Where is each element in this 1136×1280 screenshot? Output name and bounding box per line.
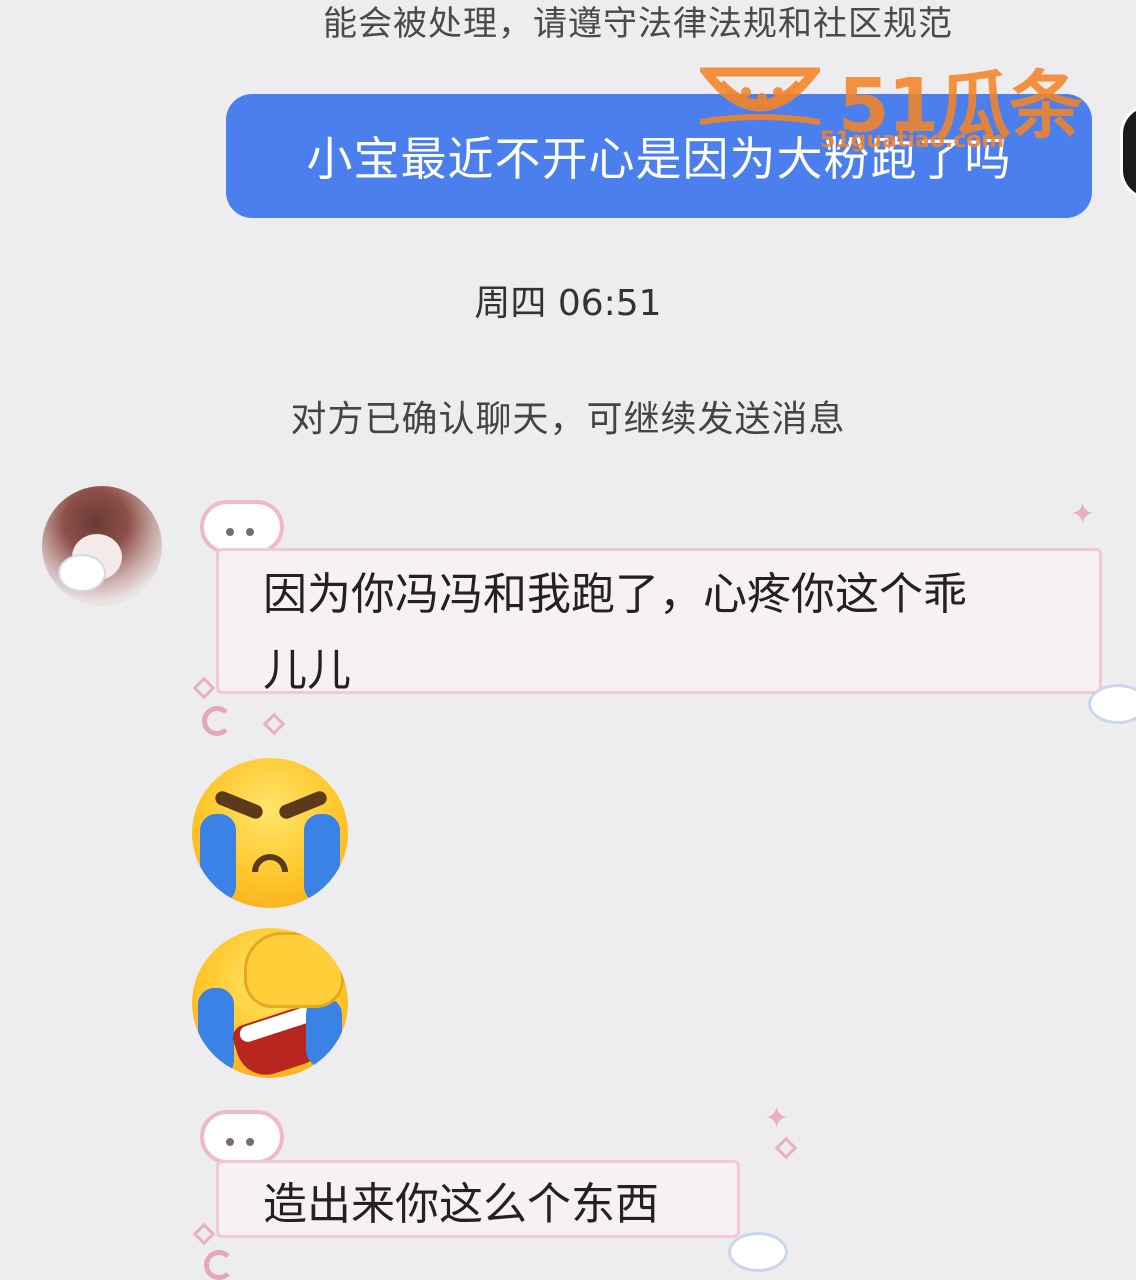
- frown-mouth: [252, 854, 288, 872]
- received-message-line: 因为你冯冯和我跑了，心疼你这个乖: [263, 569, 967, 620]
- diamond-icon: [192, 676, 216, 700]
- cloud-sticker-icon: [200, 500, 284, 554]
- received-message-line: 儿儿: [263, 645, 351, 696]
- tear-stream: [306, 998, 342, 1068]
- received-message-bubble[interactable]: 因为你冯冯和我跑了，心疼你这个乖 儿儿: [216, 548, 1102, 696]
- top-system-notice: 能会被处理，请遵守法律法规和社区规范: [323, 4, 953, 44]
- received-message-line: 造出来你这么个东西: [263, 1179, 659, 1230]
- cloud-sticker-icon: [200, 1110, 284, 1164]
- self-avatar[interactable]: [1120, 104, 1136, 200]
- sent-message-bubble[interactable]: 小宝最近不开心是因为大粉跑了吗: [226, 94, 1092, 218]
- contact-avatar[interactable]: [42, 486, 162, 606]
- fish-sticker-icon: [1088, 684, 1136, 724]
- avatar-plush-toy: [60, 556, 104, 590]
- hand-over-eyes: [244, 932, 344, 1008]
- facepalm-crying-emoji-icon[interactable]: [192, 928, 348, 1078]
- spiral-icon: [204, 1250, 234, 1280]
- diamond-icon: [774, 1136, 798, 1160]
- sparkle-icon: ✦: [764, 1101, 790, 1136]
- tear-stream: [304, 814, 340, 904]
- message-timestamp: 周四 06:51: [474, 283, 662, 324]
- chat-confirmed-notice: 对方已确认聊天，可继续发送消息: [290, 399, 846, 440]
- spiral-icon: [202, 706, 232, 736]
- received-message-bubble[interactable]: 造出来你这么个东西: [216, 1160, 740, 1238]
- loudly-crying-emoji-icon[interactable]: [192, 758, 348, 908]
- fish-sticker-icon: [728, 1232, 788, 1272]
- sent-message-text: 小宝最近不开心是因为大粉跑了吗: [306, 132, 1012, 186]
- tear-stream: [200, 814, 236, 904]
- diamond-icon: [262, 712, 286, 736]
- diamond-icon: [192, 1222, 216, 1246]
- tear-stream: [198, 988, 234, 1078]
- sparkle-icon: ✦: [1070, 497, 1096, 532]
